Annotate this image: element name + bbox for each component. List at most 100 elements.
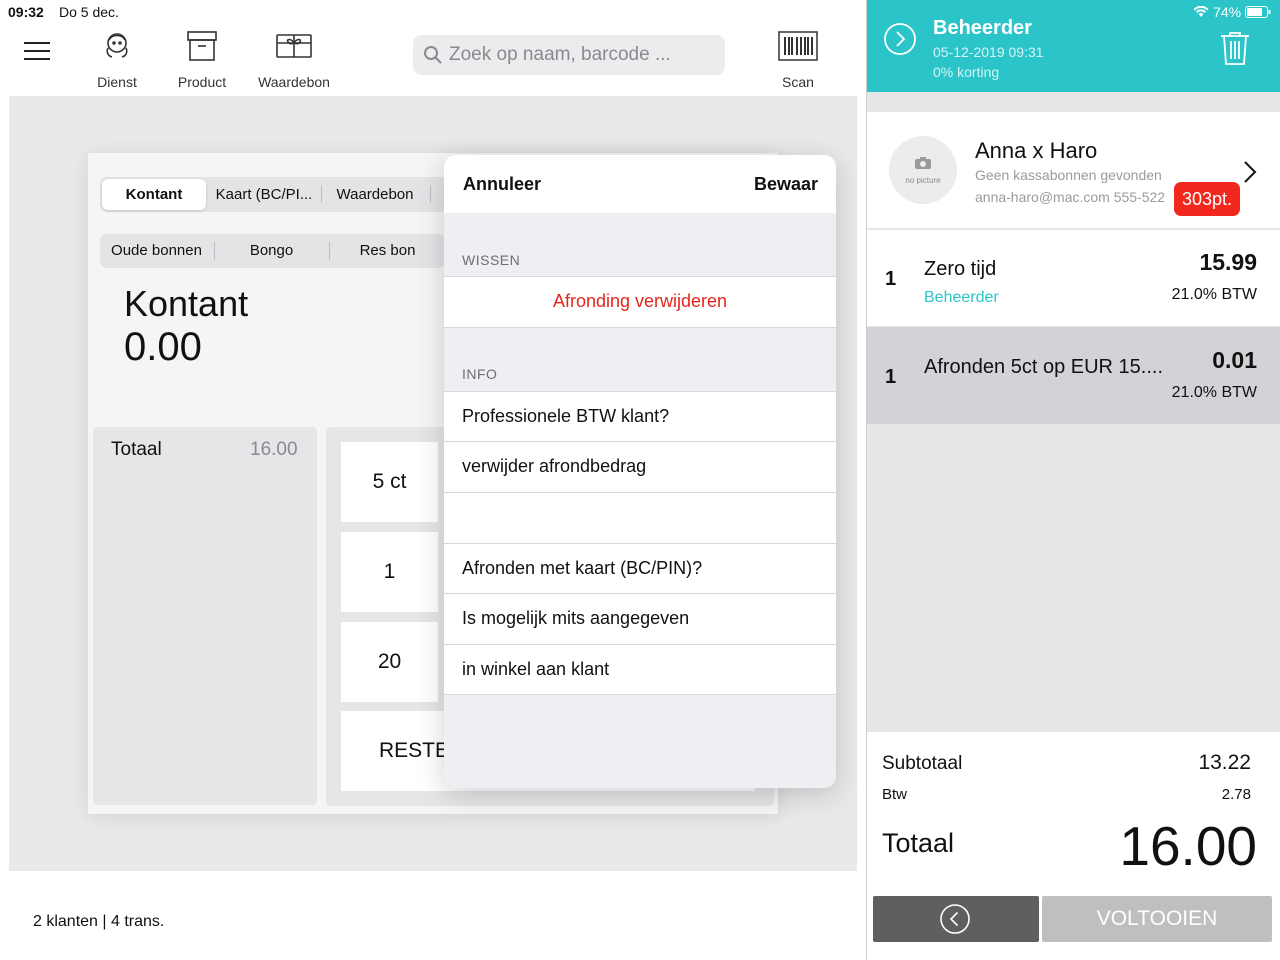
product-box-icon xyxy=(187,31,217,61)
remove-rounding-button[interactable]: Afronding verwijderen xyxy=(444,276,836,327)
collapse-arrow-icon[interactable] xyxy=(883,22,917,56)
key-20[interactable]: 20 xyxy=(341,622,438,702)
line-quantity: 1 xyxy=(885,366,897,388)
line-vat: 21.0% BTW xyxy=(1171,286,1257,303)
info-row: Professionele BTW klant? xyxy=(444,391,836,442)
gift-card-icon xyxy=(276,34,312,58)
trash-icon[interactable] xyxy=(1219,30,1251,66)
avatar-placeholder-text: no picture xyxy=(905,176,941,185)
toolbar-service-button[interactable]: Dienst xyxy=(72,28,162,90)
back-button[interactable] xyxy=(873,896,1039,942)
battery-percent: 74% xyxy=(1213,4,1242,20)
service-icon xyxy=(106,33,128,58)
divider xyxy=(444,694,836,695)
line-name: Zero tijd xyxy=(924,258,997,280)
info-row-text: verwijder afrondbedrag xyxy=(462,456,647,476)
status-date: Do 5 dec. xyxy=(59,4,119,20)
cancel-button[interactable]: Annuleer xyxy=(463,174,541,195)
order-header: 74% Beheerder 05-12-2019 09:31 0% kortin… xyxy=(867,0,1280,92)
customer-contact: anna-haro@mac.com 555-522 xyxy=(975,189,1166,205)
tab-voucher[interactable]: Waardebon xyxy=(322,179,428,210)
scan-label: Scan xyxy=(782,74,814,90)
order-datetime: 05-12-2019 09:31 xyxy=(933,44,1044,60)
footer-stats: 2 klanten | 4 trans. xyxy=(33,913,165,930)
search-placeholder: Zoek op naam, barcode ... xyxy=(449,44,671,65)
wifi-icon xyxy=(1193,5,1209,18)
info-row-text: Is mogelijk mits aangegeven xyxy=(462,608,690,628)
customer-receipts-status: Geen kassabonnen gevonden xyxy=(975,167,1162,183)
search-input[interactable]: Zoek op naam, barcode ... xyxy=(413,35,725,75)
search-icon xyxy=(424,46,442,64)
payment-method-segment: Kontant Kaart (BC/PI... Waardebon xyxy=(100,177,460,212)
status-time: 09:32 xyxy=(8,4,44,20)
tab-cash[interactable]: Kontant xyxy=(102,179,206,210)
line-vat: 21.0% BTW xyxy=(1171,384,1257,401)
cashier-name: Beheerder xyxy=(933,17,1032,39)
popover-header: Annuleer Bewaar xyxy=(444,155,836,213)
tab-card[interactable]: Kaart (BC/PI... xyxy=(208,179,320,210)
camera-icon xyxy=(915,157,931,169)
barcode-icon xyxy=(778,31,818,61)
remove-rounding-label: Afronding verwijderen xyxy=(552,291,728,311)
save-button[interactable]: Bewaar xyxy=(754,174,818,195)
order-totals: Subtotaal 13.22 Btw 2.78 Totaal 16.00 VO… xyxy=(867,732,1280,960)
vat-label: Btw xyxy=(882,786,908,803)
subtotal-value: 13.22 xyxy=(1198,751,1251,774)
complete-button[interactable]: VOLTOOIEN xyxy=(1042,896,1272,942)
toolbar-service-label: Dienst xyxy=(97,74,137,90)
info-row-text: in winkel aan klant xyxy=(462,659,610,679)
status-bar: 09:32 Do 5 dec. xyxy=(0,0,866,22)
toolbar-product-label: Product xyxy=(177,74,227,90)
order-discount: 0% korting xyxy=(933,64,1000,80)
payment-amount: 0.00 xyxy=(124,325,202,369)
order-pane: 74% Beheerder 05-12-2019 09:31 0% kortin… xyxy=(866,0,1280,960)
vat-value: 2.78 xyxy=(1221,786,1251,803)
divider xyxy=(444,327,836,328)
line-price: 15.99 xyxy=(1199,249,1257,275)
loyalty-points-badge: 303pt. xyxy=(1174,182,1241,216)
customer-name: Anna x Haro xyxy=(975,138,1098,163)
total-label: Totaal xyxy=(882,828,955,858)
scan-button[interactable]: Scan xyxy=(753,28,843,90)
section-header-info: INFO xyxy=(462,366,498,382)
battery-icon xyxy=(1245,6,1271,18)
subtotal-label: Subtotaal xyxy=(882,753,963,774)
toolbar: Dienst Product Waardebon Zoek op naam, b… xyxy=(0,22,866,94)
toolbar-voucher-label: Waardebon xyxy=(258,74,330,90)
battery-status: 74% xyxy=(1193,4,1271,20)
payment-total-panel xyxy=(93,427,317,805)
payment-method-title: Kontant xyxy=(124,283,249,324)
tab-bongo[interactable]: Bongo xyxy=(215,234,328,268)
total-value: 16.00 xyxy=(1119,815,1257,877)
line-quantity: 1 xyxy=(885,268,897,290)
chevron-right-icon xyxy=(1244,161,1257,183)
order-line[interactable]: 1 Zero tijd Beheerder 15.99 21.0% BTW xyxy=(867,230,1280,326)
menu-icon[interactable] xyxy=(24,39,52,61)
order-line-selected[interactable]: 1 Afronden 5ct op EUR 15.... 0.01 21.0% … xyxy=(867,327,1280,424)
info-row: Is mogelijk mits aangegeven xyxy=(444,593,836,644)
line-price: 0.01 xyxy=(1212,347,1257,373)
toolbar-product-button[interactable]: Product xyxy=(157,28,247,90)
payment-total-value: 16.00 xyxy=(250,439,298,460)
tab-old-receipts[interactable]: Oude bonnen xyxy=(100,234,213,268)
key-1[interactable]: 1 xyxy=(341,532,438,612)
info-row: Afronden met kaart (BC/PIN)? xyxy=(444,543,836,594)
payment-total-label: Totaal xyxy=(111,439,162,460)
info-row: in winkel aan klant xyxy=(444,644,836,695)
line-name: Afronden 5ct op EUR 15.... xyxy=(924,356,1164,378)
chevron-left-circle-icon xyxy=(940,904,970,934)
tab-res-bon[interactable]: Res bon xyxy=(330,234,445,268)
customer-card[interactable]: no picture Anna x Haro Geen kassabonnen … xyxy=(867,112,1280,228)
voucher-type-segment: Oude bonnen Bongo Res bon xyxy=(100,234,445,268)
register-pane: 09:32 Do 5 dec. Dienst Product Waardebon xyxy=(0,0,866,960)
avatar: no picture xyxy=(889,136,957,204)
info-row-text: Afronden met kaart (BC/PIN)? xyxy=(462,558,703,578)
info-row-text: Professionele BTW klant? xyxy=(462,406,670,426)
segment-divider xyxy=(430,185,431,203)
info-row: verwijder afrondbedrag xyxy=(444,441,836,492)
section-header-clear: WISSEN xyxy=(462,252,521,268)
key-5ct[interactable]: 5 ct xyxy=(341,442,438,522)
line-staff: Beheerder xyxy=(924,289,999,306)
info-row xyxy=(444,492,836,543)
toolbar-voucher-button[interactable]: Waardebon xyxy=(249,28,339,90)
